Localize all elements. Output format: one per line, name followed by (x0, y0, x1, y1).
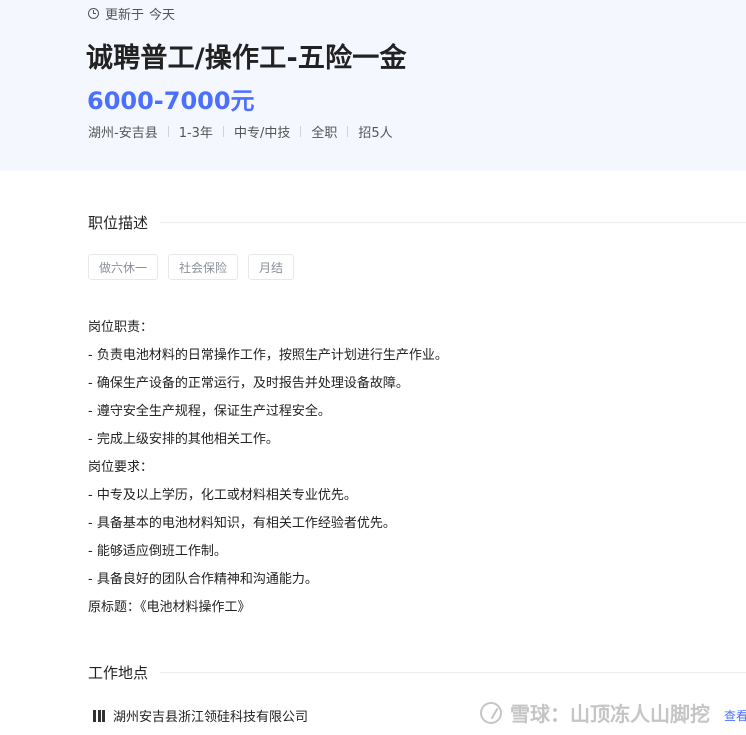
description-line: - 确保生产设备的正常运行，及时报告并处理设备故障。 (88, 376, 409, 391)
description-line: - 能够适应倒班工作制。 (88, 544, 227, 559)
view-map-link[interactable]: 查看 (724, 707, 746, 724)
meta-location: 湖州-安吉县 (88, 126, 158, 141)
section-title: 工作地点 (88, 664, 149, 682)
meta-divider (347, 126, 349, 137)
meta-divider (167, 126, 169, 137)
updated-info: 更新于 今天 (88, 3, 175, 23)
salary: 6000-7000元 (87, 87, 255, 115)
meta-job-type: 全职 (311, 126, 338, 141)
company-name: 湖州安吉县浙江领硅科技有限公司 (113, 710, 309, 725)
description-line: - 具备基本的电池材料知识，有相关工作经验者优先。 (88, 516, 396, 531)
benefit-tag: 月结 (248, 254, 295, 280)
work-location-heading: 工作地点 (88, 662, 746, 683)
meta-headcount: 招5人 (358, 126, 393, 141)
meta-divider (300, 126, 302, 137)
job-header: 更新于 今天 诚聘普工/操作工-五险一金 6000-7000元 湖州-安吉县 1… (0, 0, 746, 171)
job-description-heading: 职位描述 (88, 212, 746, 233)
section-title: 职位描述 (88, 214, 149, 232)
benefit-tag: 做六休一 (88, 254, 159, 280)
job-description-text: 岗位职责： - 负责电池材料的日常操作工作，按照生产计划进行生产作业。 - 确保… (88, 314, 728, 622)
description-line: - 具备良好的团队合作精神和沟通能力。 (88, 572, 318, 587)
benefit-tag: 社会保险 (168, 254, 239, 280)
building-icon (93, 709, 105, 722)
meta-experience: 1-3年 (178, 126, 213, 141)
description-line: - 遵守安全生产规程，保证生产过程安全。 (88, 404, 331, 419)
job-title: 诚聘普工/操作工-五险一金 (86, 43, 407, 74)
meta-education: 中专/中技 (233, 126, 291, 141)
benefit-tags: 做六休一 社会保险 月结 (88, 254, 295, 280)
description-line: - 完成上级安排的其他相关工作。 (88, 432, 279, 447)
job-meta: 湖州-安吉县 1-3年 中专/中技 全职 招5人 (88, 122, 393, 141)
section-divider (160, 672, 746, 673)
description-line: 原标题：《电池材料操作工》 (88, 600, 251, 615)
description-line: - 负责电池材料的日常操作工作，按照生产计划进行生产作业。 (88, 348, 448, 363)
clock-icon (88, 7, 99, 19)
company-address[interactable]: 湖州安吉县浙江领硅科技有限公司 (93, 706, 308, 725)
watermark-text: 雪球：山顶冻人山脚挖 (510, 702, 710, 726)
section-divider (160, 222, 746, 223)
snowball-logo-icon (480, 701, 502, 724)
updated-label: 更新于 (105, 7, 145, 23)
description-line: 岗位要求： (88, 460, 154, 475)
watermark: 雪球：山顶冻人山脚挖 (480, 698, 710, 727)
description-line: 岗位职责： (88, 320, 154, 335)
updated-value: 今天 (149, 7, 176, 23)
meta-divider (222, 126, 224, 137)
description-line: - 中专及以上学历，化工或材料相关专业优先。 (88, 488, 357, 503)
